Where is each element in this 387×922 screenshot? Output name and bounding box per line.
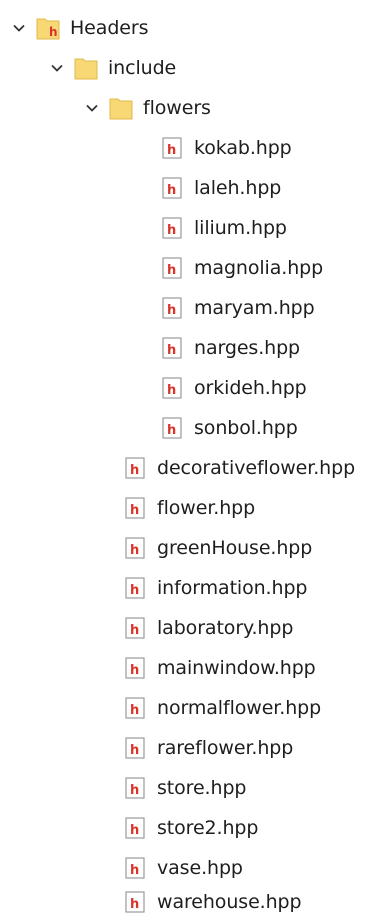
tree-item-label: Headers (70, 17, 149, 39)
svg-text:h: h (167, 343, 176, 358)
header-file-icon: h (123, 655, 147, 681)
tree-item-label: mainwindow.hpp (157, 657, 316, 679)
svg-text:h: h (130, 823, 139, 838)
header-file-icon: h (123, 889, 147, 915)
svg-text:h: h (167, 183, 176, 198)
tree-item-file[interactable]: h laleh.hpp (0, 168, 387, 208)
header-file-icon: h (160, 335, 184, 361)
tree-item-label: information.hpp (157, 577, 308, 599)
svg-text:h: h (130, 623, 139, 638)
header-file-icon: h (123, 775, 147, 801)
tree-item-file[interactable]: h store2.hpp (0, 808, 387, 848)
tree-item-file[interactable]: h magnolia.hpp (0, 248, 387, 288)
folder-icon (74, 55, 98, 81)
tree-item-label: normalflower.hpp (157, 697, 322, 719)
tree-item-file[interactable]: h maryam.hpp (0, 288, 387, 328)
tree-item-label: flower.hpp (157, 497, 256, 519)
svg-text:h: h (130, 897, 139, 912)
svg-text:h: h (130, 543, 139, 558)
svg-text:h: h (167, 423, 176, 438)
tree-item-file[interactable]: h flower.hpp (0, 488, 387, 528)
tree-item-label: store2.hpp (157, 817, 259, 839)
tree-item-headers[interactable]: h Headers (0, 8, 387, 48)
header-file-icon: h (160, 255, 184, 281)
svg-text:h: h (49, 25, 58, 39)
tree-item-file[interactable]: h warehouse.hpp (0, 882, 387, 922)
header-file-icon: h (123, 695, 147, 721)
chevron-down-icon[interactable] (50, 61, 64, 75)
tree-item-file[interactable]: h greenHouse.hpp (0, 528, 387, 568)
tree-item-file[interactable]: h lilium.hpp (0, 208, 387, 248)
project-tree: h Headers include flowers h kokab.hpp h … (0, 0, 387, 922)
header-file-icon: h (123, 735, 147, 761)
svg-text:h: h (130, 703, 139, 718)
tree-item-file[interactable]: h store.hpp (0, 768, 387, 808)
tree-item-label: laleh.hpp (194, 177, 282, 199)
tree-item-file[interactable]: h orkideh.hpp (0, 368, 387, 408)
folder-icon (109, 95, 133, 121)
header-file-icon: h (123, 535, 147, 561)
tree-item-label: include (108, 57, 177, 79)
tree-item-file[interactable]: h mainwindow.hpp (0, 648, 387, 688)
svg-text:h: h (167, 263, 176, 278)
tree-item-label: orkideh.hpp (194, 377, 307, 399)
tree-item-file[interactable]: h decorativeflower.hpp (0, 448, 387, 488)
tree-item-label: decorativeflower.hpp (157, 457, 356, 479)
header-file-icon: h (160, 215, 184, 241)
svg-text:h: h (167, 223, 176, 238)
tree-item-file[interactable]: h laboratory.hpp (0, 608, 387, 648)
svg-text:h: h (130, 663, 139, 678)
chevron-down-icon[interactable] (12, 21, 26, 35)
svg-text:h: h (130, 463, 139, 478)
header-file-icon: h (160, 415, 184, 441)
header-file-icon: h (123, 615, 147, 641)
svg-text:h: h (167, 383, 176, 398)
header-file-icon: h (160, 295, 184, 321)
tree-item-label: rareflower.hpp (157, 737, 294, 759)
header-folder-icon: h (36, 15, 60, 41)
tree-item-label: laboratory.hpp (157, 617, 294, 639)
header-file-icon: h (160, 135, 184, 161)
svg-text:h: h (130, 783, 139, 798)
header-file-icon: h (123, 495, 147, 521)
tree-item-file[interactable]: h sonbol.hpp (0, 408, 387, 448)
tree-item-file[interactable]: h narges.hpp (0, 328, 387, 368)
tree-item-file[interactable]: h normalflower.hpp (0, 688, 387, 728)
tree-item-label: warehouse.hpp (157, 891, 302, 913)
tree-item-label: lilium.hpp (194, 217, 287, 239)
tree-item-file[interactable]: h kokab.hpp (0, 128, 387, 168)
svg-text:h: h (130, 503, 139, 518)
tree-item-label: flowers (143, 97, 211, 119)
header-file-icon: h (123, 855, 147, 881)
header-file-icon: h (160, 375, 184, 401)
tree-item-label: magnolia.hpp (194, 257, 324, 279)
header-file-icon: h (160, 175, 184, 201)
tree-item-flowers[interactable]: flowers (0, 88, 387, 128)
tree-item-label: sonbol.hpp (194, 417, 298, 439)
svg-text:h: h (130, 743, 139, 758)
header-file-icon: h (123, 815, 147, 841)
tree-item-label: narges.hpp (194, 337, 301, 359)
tree-item-include[interactable]: include (0, 48, 387, 88)
svg-text:h: h (167, 303, 176, 318)
header-file-icon: h (123, 455, 147, 481)
header-file-icon: h (123, 575, 147, 601)
svg-text:h: h (167, 143, 176, 158)
tree-item-label: greenHouse.hpp (157, 537, 313, 559)
tree-item-label: maryam.hpp (194, 297, 315, 319)
chevron-down-icon[interactable] (85, 101, 99, 115)
svg-text:h: h (130, 863, 139, 878)
tree-item-file[interactable]: h rareflower.hpp (0, 728, 387, 768)
svg-text:h: h (130, 583, 139, 598)
tree-item-label: store.hpp (157, 777, 247, 799)
tree-item-file[interactable]: h information.hpp (0, 568, 387, 608)
tree-item-label: kokab.hpp (194, 137, 292, 159)
